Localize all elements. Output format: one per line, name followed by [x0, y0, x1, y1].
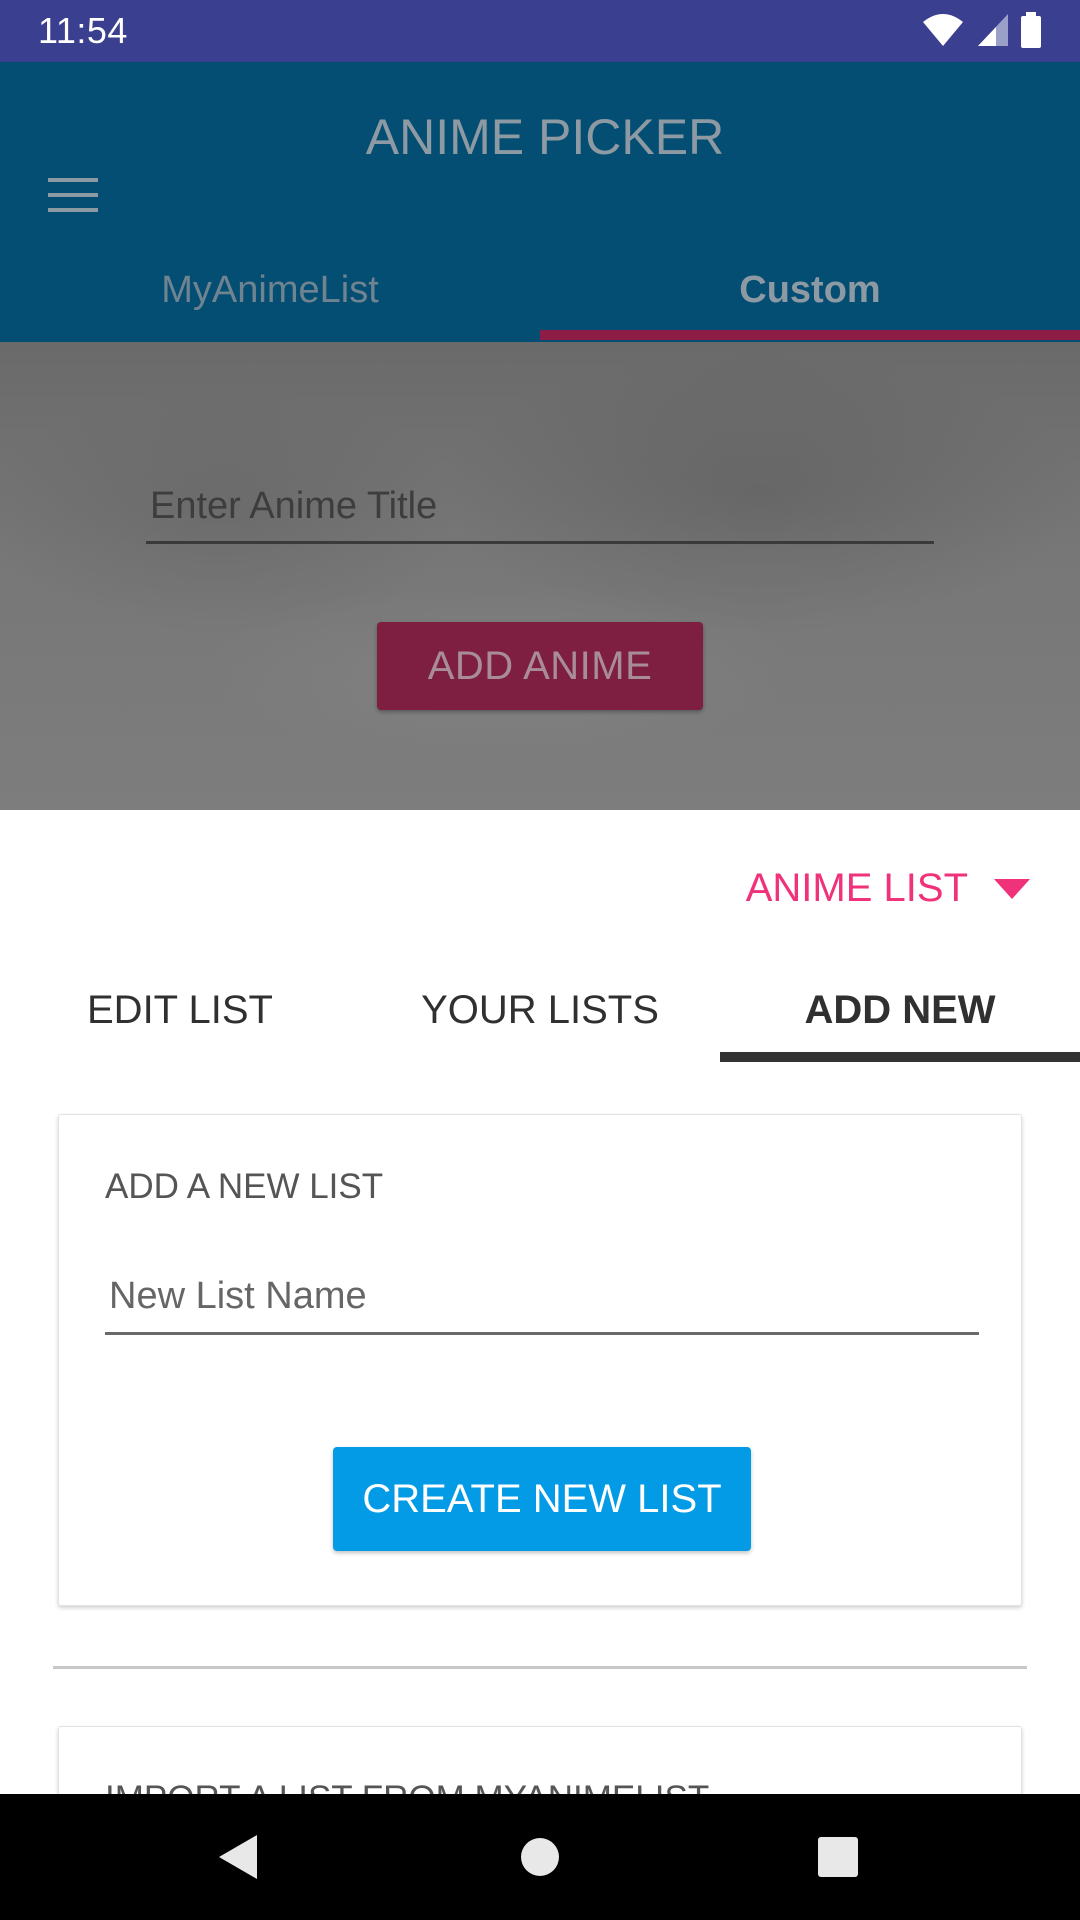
tab-indicator [540, 330, 1080, 340]
content-area[interactable]: ADD A NEW LIST CREATE NEW LIST IMPORT A … [0, 1062, 1080, 1794]
sub-tabs: EDIT LIST YOUR LISTS ADD NEW [0, 956, 1080, 1062]
top-tabs: MyAnimeList Custom [0, 238, 1080, 342]
status-bar: 11:54 [0, 0, 1080, 62]
tab-your-lists[interactable]: YOUR LISTS [360, 956, 720, 1062]
import-list-card: IMPORT A LIST FROM MYANIMELIST [58, 1726, 1022, 1794]
anime-list-dropdown[interactable]: ANIME LIST [746, 866, 1030, 911]
tab-edit-list[interactable]: EDIT LIST [0, 956, 360, 1062]
cell-signal-icon [977, 14, 1008, 46]
hero-panel: ADD ANIME [0, 342, 1080, 810]
home-icon [521, 1838, 559, 1876]
dropdown-label: ANIME LIST [745, 866, 968, 910]
app-title: ANIME PICKER [365, 109, 725, 165]
home-button[interactable] [480, 1794, 600, 1920]
add-list-card: ADD A NEW LIST CREATE NEW LIST [58, 1114, 1022, 1606]
battery-icon [1021, 12, 1041, 48]
create-new-list-button[interactable]: CREATE NEW LIST [333, 1447, 751, 1551]
card-title: ADD A NEW LIST [105, 1167, 384, 1206]
hamburger-menu-icon[interactable] [48, 178, 98, 214]
back-button[interactable] [178, 1794, 298, 1920]
recent-apps-icon [818, 1837, 858, 1877]
caret-down-icon [994, 878, 1030, 899]
status-time: 11:54 [38, 10, 128, 51]
app-bar: ANIME PICKER MyAnimeList Custom [0, 62, 1080, 342]
new-list-name-input[interactable] [105, 1261, 979, 1335]
sub-tab-indicator [720, 1052, 1080, 1062]
list-selector: ANIME LIST [0, 810, 1080, 957]
wifi-icon [923, 14, 964, 46]
navigation-bar [0, 1794, 1080, 1920]
back-icon [219, 1835, 257, 1879]
status-icons [915, 12, 1042, 48]
tab-myanimelist[interactable]: MyAnimeList [0, 238, 540, 342]
tab-custom[interactable]: Custom [540, 238, 1080, 342]
add-anime-button[interactable]: ADD ANIME [377, 622, 703, 710]
anime-title-input[interactable] [146, 472, 934, 544]
import-card-title: IMPORT A LIST FROM MYANIMELIST [105, 1779, 709, 1794]
tab-add-new[interactable]: ADD NEW [720, 956, 1080, 1062]
divider [53, 1666, 1027, 1669]
recent-apps-button[interactable] [778, 1794, 898, 1920]
